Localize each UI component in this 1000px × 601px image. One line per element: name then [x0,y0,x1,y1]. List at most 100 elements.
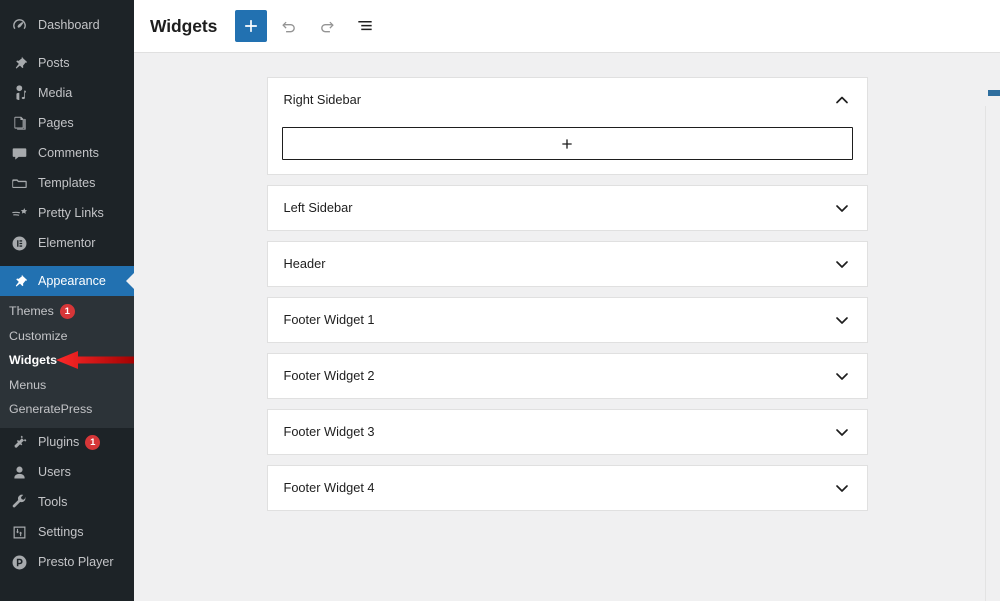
settings-sliders-icon [9,523,29,543]
chevron-up-icon [833,91,851,109]
submenu-item-label: Themes [9,304,54,319]
sidebar-secondary-menu: Plugins 1 Users Tools Settings Presto Player [0,428,134,578]
sidebar-main-menu: Dashboard Posts Media Pages Comments Template… [0,10,134,296]
submenu-item-widgets[interactable]: Widgets [0,348,134,373]
shooting-star-icon [9,203,29,223]
widget-area-title: Footer Widget 2 [283,367,375,383]
widget-area-toggle[interactable]: Right Sidebar [268,78,867,122]
widget-area-header: Header [266,241,868,287]
sidebar-top-spacer [0,0,134,10]
widget-area-toggle[interactable]: Left Sidebar [268,186,867,230]
widget-area-toggle[interactable]: Header [268,242,867,286]
folder-icon [9,173,29,193]
redo-icon [321,21,334,33]
sidebar-item-label: Users [38,465,71,480]
sidebar-item-users[interactable]: Users [0,458,134,488]
sidebar-item-label: Elementor [38,235,96,250]
widget-area-toggle[interactable]: Footer Widget 2 [268,354,867,398]
sidebar-item-label: Plugins [38,435,80,450]
submenu-item-label: Menus [9,377,47,392]
sidebar-item-label: Media [38,85,73,100]
sidebar-item-pages[interactable]: Pages [0,108,134,138]
sidebar-item-comments[interactable]: Comments [0,138,134,168]
block-appender-button[interactable] [281,127,853,160]
presto-player-icon [9,553,29,573]
sidebar-item-label: Dashboard [38,17,100,32]
undo-icon [282,21,296,33]
add-block-button[interactable] [235,10,268,42]
plus-icon [562,138,572,149]
submenu-item-label: Customize [9,328,68,343]
list-view-button[interactable] [349,10,381,42]
chevron-down-icon [833,311,851,329]
widget-area-footer-widget-2: Footer Widget 2 [266,353,868,399]
plus-icon [245,20,258,32]
widget-area-toggle[interactable]: Footer Widget 1 [268,298,867,342]
sidebar-item-media[interactable]: Media [0,78,134,108]
sidebar-item-appearance[interactable]: Appearance [0,266,134,296]
sidebar-item-templates[interactable]: Templates [0,168,134,198]
submenu-item-menus[interactable]: Menus [0,373,134,398]
editor-scroll-region[interactable]: Right Sidebar Left Sidebar Header Footer Wi… [134,53,1000,601]
appearance-submenu: Themes 1 Customize Widgets Menus GeneratePres… [0,296,134,428]
sidebar-item-plugins[interactable]: Plugins 1 [0,428,134,458]
page-title: Widgets [150,15,218,36]
user-icon [9,463,29,483]
sidebar-item-presto-player[interactable]: Presto Player [0,548,134,578]
wordpress-admin-widgets-screen: Dashboard Posts Media Pages Comments Template… [0,0,1000,601]
sidebar-item-tools[interactable]: Tools [0,488,134,518]
widget-area-toggle[interactable]: Footer Widget 4 [268,466,867,510]
submenu-item-generatepress[interactable]: GeneratePress [0,397,134,422]
admin-sidebar: Dashboard Posts Media Pages Comments Template… [0,0,134,601]
sidebar-item-label: Tools [38,495,68,510]
sidebar-item-elementor[interactable]: Elementor [0,228,134,258]
appearance-brush-icon [9,271,29,291]
chevron-down-icon [833,423,851,441]
theme-update-badge: 1 [59,303,75,319]
submenu-item-themes[interactable]: Themes 1 [0,299,134,324]
widget-area-title: Footer Widget 4 [283,479,375,495]
update-count-badge: 1 [85,435,101,450]
widget-area-title: Header [283,255,326,271]
pages-icon [9,113,29,133]
widget-area-left-sidebar: Left Sidebar [266,185,868,231]
chevron-down-icon [833,367,851,385]
widget-area-right-sidebar: Right Sidebar [266,77,868,175]
sidebar-item-label: Posts [38,55,70,70]
chevron-down-icon [833,255,851,273]
widget-area-toggle[interactable]: Footer Widget 3 [268,410,867,454]
chevron-down-icon [833,479,851,497]
sidebar-item-dashboard[interactable]: Dashboard [0,10,134,40]
sidebar-item-label: Pretty Links [38,205,104,220]
chevron-down-icon [833,199,851,217]
undo-button [273,10,305,42]
sidebar-item-label: Templates [38,175,96,190]
elementor-icon [9,233,29,253]
widget-area-title: Right Sidebar [283,91,362,107]
widget-area-body [268,122,867,174]
sidebar-item-settings[interactable]: Settings [0,518,134,548]
widget-area-footer-widget-1: Footer Widget 1 [266,297,868,343]
editor-header-toolbar: Widgets [134,0,1000,53]
widget-areas-list: Right Sidebar Left Sidebar Header Footer Wi… [266,53,868,511]
comment-icon [9,143,29,163]
sidebar-item-pretty-links[interactable]: Pretty Links [0,198,134,228]
widget-area-footer-widget-3: Footer Widget 3 [266,409,868,455]
submenu-item-label: Widgets [9,353,58,368]
pin-icon [9,53,29,73]
right-panel-divider [985,106,986,601]
sidebar-item-label: Presto Player [38,555,114,570]
widget-area-title: Left Sidebar [283,199,353,215]
dashboard-icon [9,15,29,35]
sidebar-item-posts[interactable]: Posts [0,48,134,78]
widget-area-title: Footer Widget 1 [283,311,375,327]
list-view-icon [358,21,372,31]
header-button-group [235,10,387,42]
redo-button [311,10,343,42]
widget-area-title: Footer Widget 3 [283,423,375,439]
right-edge-indicator [988,90,1000,96]
submenu-item-customize[interactable]: Customize [0,324,134,349]
widget-area-footer-widget-4: Footer Widget 4 [266,465,868,511]
sidebar-item-label: Pages [38,115,74,130]
sidebar-item-label: Appearance [38,273,106,288]
